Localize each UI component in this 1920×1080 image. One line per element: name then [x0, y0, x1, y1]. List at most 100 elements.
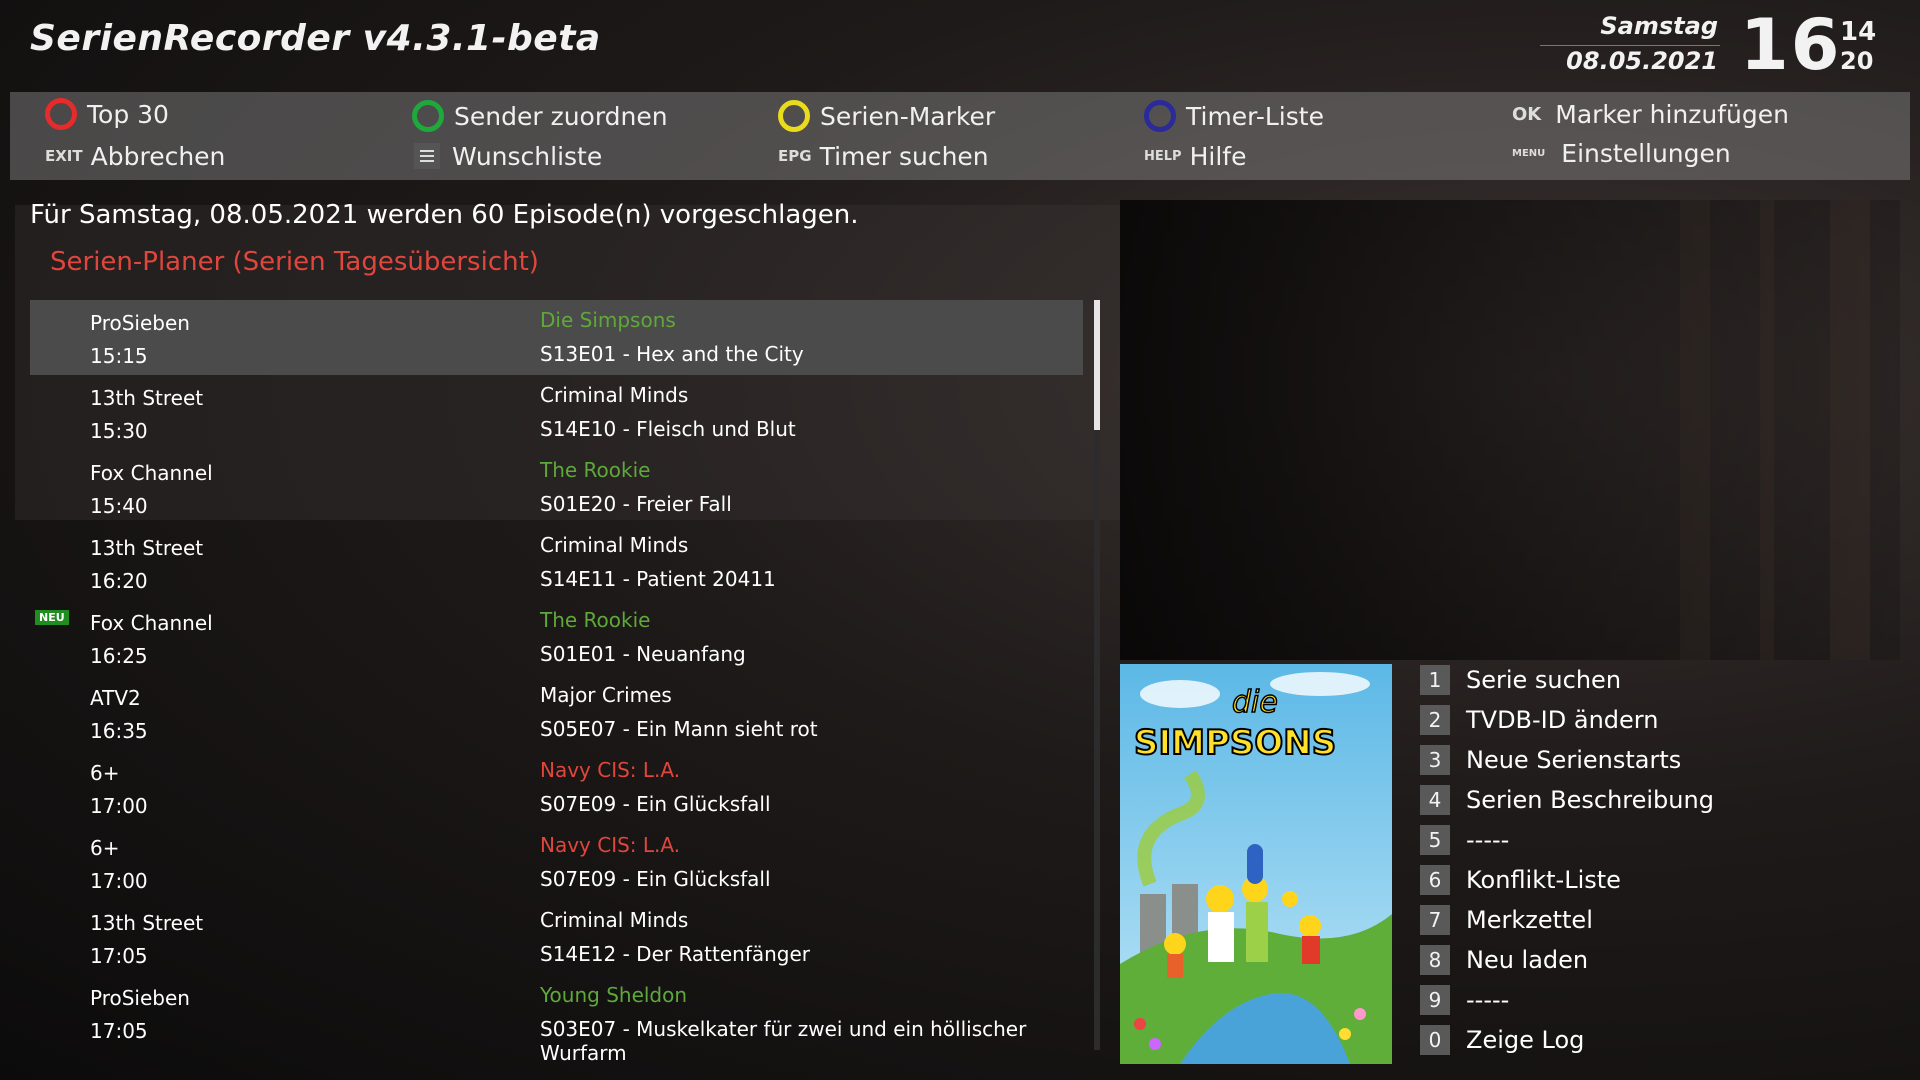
episode-title: S13E01 - Hex and the City: [540, 342, 804, 366]
channel-name: Fox Channel: [90, 611, 213, 635]
yellow-button-serien-marker[interactable]: Serien-Marker: [778, 98, 995, 134]
start-time: 16:25: [90, 644, 148, 668]
menu-item[interactable]: 6 Konflikt-Liste: [1420, 860, 1714, 900]
menu-item-label: TVDB-ID ändern: [1466, 706, 1659, 734]
list-item[interactable]: ATV2 16:35 Major Crimes S05E07 - Ein Man…: [30, 675, 1083, 750]
ok-button-marker-hinzufuegen[interactable]: OK Marker hinzufügen: [1512, 96, 1789, 132]
poster-title-simpsons: SIMPSONS: [1134, 723, 1336, 763]
simpsons-poster-image: die SIMPSONS: [1120, 664, 1392, 1064]
list-item[interactable]: Fox Channel 15:40 The Rookie S01E20 - Fr…: [30, 450, 1083, 525]
series-title: Major Crimes: [540, 683, 672, 707]
planer-title: Serien-Planer (Serien Tagesübersicht): [50, 247, 539, 277]
exit-key-icon: EXIT: [45, 147, 83, 165]
episode-title: S14E10 - Fleisch und Blut: [540, 417, 796, 441]
button-label: Wunschliste: [452, 141, 603, 171]
scrollbar-thumb[interactable]: [1094, 300, 1100, 430]
clock-hour: 16: [1740, 4, 1842, 86]
list-item[interactable]: 6+ 17:00 Navy CIS: L.A. S07E09 - Ein Glü…: [30, 750, 1083, 825]
clock-minute: 14: [1840, 17, 1877, 47]
epg-key-icon: EPG: [778, 147, 812, 165]
episode-title: S05E07 - Ein Mann sieht rot: [540, 717, 818, 741]
number-key-icon: 4: [1420, 785, 1450, 815]
start-time: 15:40: [90, 494, 148, 518]
start-time: 17:00: [90, 869, 148, 893]
menu-button-einstellungen[interactable]: MENU Einstellungen: [1512, 135, 1731, 171]
neu-badge: NEU: [35, 610, 69, 625]
episode-list[interactable]: ProSieben 15:15 Die Simpsons S13E01 - He…: [30, 300, 1083, 1065]
button-label: Serien-Marker: [820, 101, 996, 131]
start-time: 16:35: [90, 719, 148, 743]
series-title: Criminal Minds: [540, 908, 689, 932]
list-item[interactable]: 13th Street 15:30 Criminal Minds S14E10 …: [30, 375, 1083, 450]
channel-name: 13th Street: [90, 386, 204, 410]
menu-item[interactable]: 0 Zeige Log: [1420, 1020, 1714, 1060]
yellow-circle-icon: [778, 100, 810, 132]
series-title: The Rookie: [540, 608, 651, 632]
button-label: Top 30: [87, 99, 169, 129]
number-key-icon: 2: [1420, 705, 1450, 735]
number-key-icon: 7: [1420, 905, 1450, 935]
start-time: 17:05: [90, 1019, 148, 1043]
blue-circle-icon: [1144, 100, 1176, 132]
list-item[interactable]: 13th Street 17:05 Criminal Minds S14E12 …: [30, 900, 1083, 975]
list-item[interactable]: 6+ 17:00 Navy CIS: L.A. S07E09 - Ein Glü…: [30, 825, 1083, 900]
date-divider: [1540, 45, 1720, 46]
number-key-icon: 5: [1420, 825, 1450, 855]
start-time: 17:05: [90, 944, 148, 968]
menu-item-label: Neue Serienstarts: [1466, 746, 1682, 774]
menu-item[interactable]: 9 -----: [1420, 980, 1714, 1020]
episode-title: S01E01 - Neuanfang: [540, 642, 746, 666]
number-key-icon: 0: [1420, 1025, 1450, 1055]
button-label: Einstellungen: [1561, 138, 1731, 168]
current-date: 08.05.2021: [1566, 47, 1718, 75]
help-button-hilfe[interactable]: HELP Hilfe: [1144, 138, 1246, 174]
number-key-icon: 6: [1420, 865, 1450, 895]
menu-item-label: -----: [1466, 826, 1510, 854]
list-item[interactable]: ProSieben 15:15 Die Simpsons S13E01 - He…: [30, 300, 1083, 375]
wunschliste-button[interactable]: Wunschliste: [414, 138, 602, 174]
green-circle-icon: [412, 100, 444, 132]
start-time: 15:15: [90, 344, 148, 368]
menu-item[interactable]: 3 Neue Serienstarts: [1420, 740, 1714, 780]
background-shade: [1120, 200, 1900, 660]
menu-item[interactable]: 7 Merkzettel: [1420, 900, 1714, 940]
menu-item[interactable]: 8 Neu laden: [1420, 940, 1714, 980]
series-title: Navy CIS: L.A.: [540, 833, 681, 857]
epg-button-timer-suchen[interactable]: EPG Timer suchen: [778, 138, 989, 174]
episode-count-info: Für Samstag, 08.05.2021 werden 60 Episod…: [30, 200, 859, 230]
ok-key-icon: OK: [1512, 103, 1542, 125]
menu-item[interactable]: 1 Serie suchen: [1420, 660, 1714, 700]
list-item[interactable]: ProSieben 17:05 Young Sheldon S03E07 - M…: [30, 975, 1083, 1065]
red-button-top30[interactable]: Top 30: [45, 96, 169, 132]
weekday: Samstag: [1600, 12, 1718, 40]
series-title: Criminal Minds: [540, 383, 689, 407]
menu-item[interactable]: 4 Serien Beschreibung: [1420, 780, 1714, 820]
number-menu: 1 Serie suchen 2 TVDB-ID ändern 3 Neue S…: [1420, 660, 1714, 1060]
app-title: SerienRecorder v4.3.1-beta: [30, 18, 601, 59]
menu-item[interactable]: 5 -----: [1420, 820, 1714, 860]
menu-item-label: Neu laden: [1466, 946, 1589, 974]
menu-key-icon: MENU: [1512, 147, 1546, 159]
number-key-icon: 8: [1420, 945, 1450, 975]
blue-button-timer-liste[interactable]: Timer-Liste: [1144, 98, 1324, 134]
button-label: Hilfe: [1189, 141, 1247, 171]
menu-item-label: -----: [1466, 986, 1510, 1014]
menu-item-label: Zeige Log: [1466, 1026, 1585, 1054]
channel-name: 13th Street: [90, 536, 204, 560]
number-key-icon: 3: [1420, 745, 1450, 775]
list-item[interactable]: 13th Street 16:20 Criminal Minds S14E11 …: [30, 525, 1083, 600]
channel-name: 6+: [90, 761, 120, 785]
exit-button-abbrechen[interactable]: EXIT Abbrechen: [45, 138, 225, 174]
episode-title: S14E11 - Patient 20411: [540, 567, 776, 591]
menu-item[interactable]: 2 TVDB-ID ändern: [1420, 700, 1714, 740]
number-key-icon: 1: [1420, 665, 1450, 695]
button-label: Abbrechen: [90, 141, 226, 171]
list-item[interactable]: NEU Fox Channel 16:25 The Rookie S01E01 …: [30, 600, 1083, 675]
series-title: Die Simpsons: [540, 308, 676, 332]
episode-title: S07E09 - Ein Glücksfall: [540, 867, 771, 891]
menu-item-label: Serien Beschreibung: [1466, 786, 1714, 814]
channel-name: ProSieben: [90, 311, 190, 335]
menu-item-label: Merkzettel: [1466, 906, 1593, 934]
button-label: Sender zuordnen: [454, 101, 668, 131]
green-button-sender-zuordnen[interactable]: Sender zuordnen: [412, 98, 668, 134]
